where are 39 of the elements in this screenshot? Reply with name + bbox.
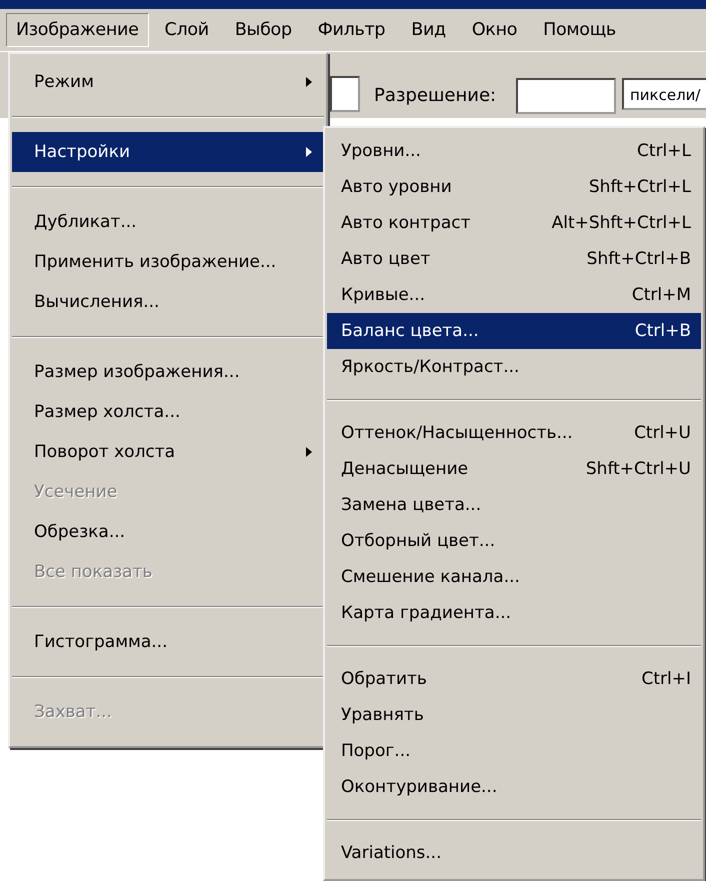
menu-title[interactable]: Вид (401, 13, 456, 47)
menu-item[interactable]: Замена цвета... (327, 487, 701, 523)
menu-item[interactable]: Отборный цвет... (327, 523, 701, 559)
menu-title[interactable]: Слой (154, 13, 219, 47)
menu-item[interactable]: Дубликат... (12, 202, 324, 242)
menu-item[interactable]: Баланс цвета... Ctrl+B (327, 313, 701, 349)
menu-item[interactable]: Денасыщение Shft+Ctrl+U (327, 451, 701, 487)
menu-item[interactable]: Оттенок/Насыщенность... Ctrl+U (327, 415, 701, 451)
menu-item[interactable]: Применить изображение... (12, 242, 324, 282)
menu-title[interactable]: Изображение (6, 13, 149, 47)
menu-item[interactable]: Оконтуривание... (327, 769, 701, 805)
menu-item[interactable]: Яркость/Контраст... (327, 349, 701, 385)
menu-item[interactable]: Авто контраст Alt+Shft+Ctrl+L (327, 205, 701, 241)
menu-item[interactable]: Вычисления... (12, 282, 324, 322)
menu-item[interactable]: Авто уровни Shft+Ctrl+L (327, 169, 701, 205)
menu-title[interactable]: Выбор (224, 13, 302, 47)
menu-item[interactable]: Смешение канала... (327, 559, 701, 595)
menu-item[interactable]: Уровни... Ctrl+L (327, 133, 701, 169)
menu-title[interactable]: Окно (462, 13, 528, 47)
menu-title[interactable]: Помощь (533, 13, 626, 47)
menu-item[interactable]: Поворот холста (12, 432, 324, 472)
resolution-field[interactable] (516, 78, 616, 114)
menu-item[interactable]: Режим (12, 62, 324, 102)
menu-item[interactable]: Карта градиента... (327, 595, 701, 631)
menu-item[interactable]: Размер холста... (12, 392, 324, 432)
menu-item[interactable]: Порог... (327, 733, 701, 769)
menu-item[interactable]: Variations... (327, 835, 701, 871)
menu-item[interactable]: Кривые... Ctrl+M (327, 277, 701, 313)
input-field[interactable] (330, 76, 360, 112)
menu-item[interactable]: Авто цвет Shft+Ctrl+B (327, 241, 701, 277)
menu-item[interactable]: Настройки (12, 132, 324, 172)
menu-title[interactable]: Фильтр (308, 13, 396, 47)
resolution-label: Разрешение: (374, 85, 496, 106)
menu-item[interactable]: Уравнять (327, 697, 701, 733)
menu-item[interactable]: Обрезка... (12, 512, 324, 552)
menu-item[interactable]: Обратить Ctrl+I (327, 661, 701, 697)
menu-item[interactable]: Размер изображения... (12, 352, 324, 392)
unit-dropdown[interactable]: пиксели/ (622, 78, 706, 110)
menu-item[interactable]: Гистограмма... (12, 622, 324, 662)
